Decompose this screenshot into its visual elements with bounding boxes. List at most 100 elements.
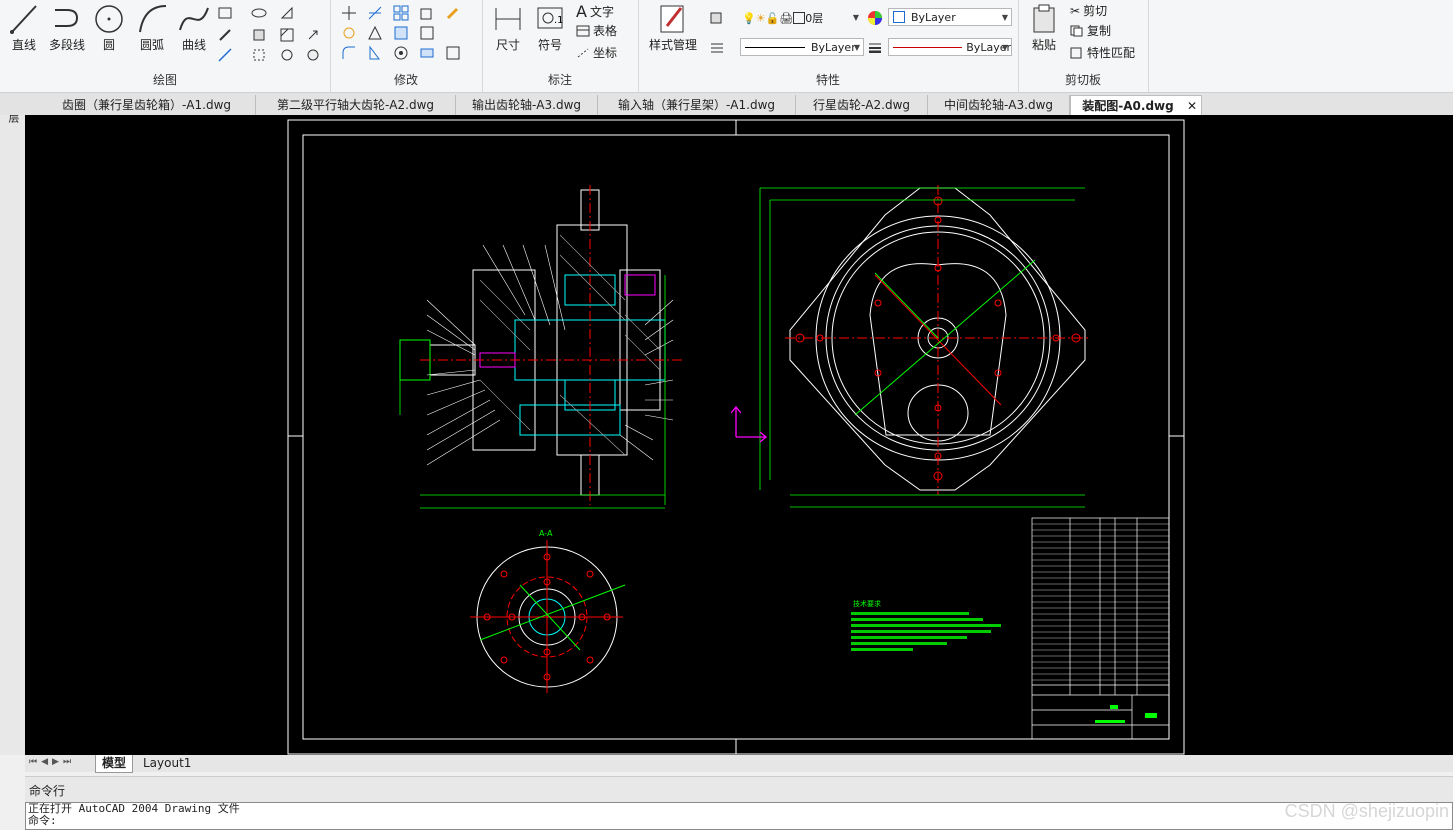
- symbol-button[interactable]: .1 符号: [532, 2, 568, 53]
- tab-assembly-label: 装配图-A0.dwg: [1082, 99, 1174, 113]
- scale-icon[interactable]: [418, 24, 436, 42]
- arc-label: 圆弧: [139, 38, 164, 52]
- list-icon[interactable]: [708, 38, 726, 56]
- cloud-icon[interactable]: [278, 46, 296, 64]
- tab-nav-arrows[interactable]: ⏮◀▶⏭: [29, 757, 75, 767]
- offset-icon[interactable]: [392, 24, 410, 42]
- lineweight-icon[interactable]: [866, 38, 884, 56]
- command-line-header: 命令行: [25, 776, 1453, 803]
- tab-output-shaft[interactable]: 输出齿轮轴-A3.dwg: [456, 95, 598, 115]
- print-icon: 🖨: [779, 11, 794, 25]
- ellipse-icon[interactable]: [250, 4, 268, 22]
- line-label: 直线: [11, 38, 36, 52]
- curve-label: 曲线: [181, 38, 206, 52]
- move-icon[interactable]: [340, 4, 358, 22]
- layer-side-panel[interactable]: 图层: [0, 93, 25, 755]
- dimension-icon: [495, 8, 521, 30]
- match-label: 特性匹配: [1087, 46, 1136, 60]
- linetype-preview: [745, 46, 805, 48]
- text-icon: A: [576, 2, 587, 21]
- curve-button[interactable]: 曲线: [174, 2, 214, 53]
- color-combo[interactable]: ByLayer ▼: [888, 8, 1012, 26]
- close-icon[interactable]: ✕: [1187, 96, 1197, 116]
- bom-marks: [1095, 705, 1157, 723]
- drawing-canvas[interactable]: A-A 技术要求: [25, 115, 1453, 755]
- tab-input-shaft[interactable]: 输入轴（兼行星架）-A1.dwg: [598, 95, 796, 115]
- properties-panel-title: 特性: [815, 73, 840, 87]
- cut-label: 剪切: [1083, 4, 1108, 18]
- sun-icon: ☀: [755, 11, 766, 25]
- table-button[interactable]: 表格: [576, 22, 617, 39]
- trim-icon[interactable]: [366, 4, 384, 22]
- style-manager-button[interactable]: 样式管理: [642, 2, 704, 53]
- layer-combo[interactable]: 💡 ☀ 🔓 🖨 0层 ▼: [738, 9, 862, 27]
- block-icon[interactable]: [250, 46, 268, 64]
- point-icon[interactable]: [278, 4, 296, 22]
- tab-assembly[interactable]: 装配图-A0.dwg ✕: [1070, 95, 1202, 115]
- command-history-line: 正在打开 AutoCAD 2004 Drawing 文件: [28, 802, 240, 815]
- style-manager-label: 样式管理: [648, 38, 697, 52]
- rotate-icon[interactable]: [340, 24, 358, 42]
- coordinate-label: 坐标: [593, 46, 618, 60]
- clipboard-panel: 粘贴 ✂ 剪切 复制 特性匹配 剪切板: [1018, 0, 1149, 92]
- linetype-combo[interactable]: ByLayer ▼: [740, 38, 864, 56]
- layer-color-swatch: [793, 12, 806, 24]
- polyline-label: 多段线: [48, 38, 85, 52]
- join-icon[interactable]: [444, 44, 462, 62]
- scissors-icon: ✂: [1070, 3, 1081, 18]
- tab-planet-gear[interactable]: 行星齿轮-A2.dwg: [796, 95, 928, 115]
- tab-ring-gear[interactable]: 齿圈（兼行星齿轮箱）-A1.dwg: [38, 95, 256, 115]
- tab-model[interactable]: 模型: [95, 755, 134, 773]
- layer-states-icon[interactable]: [708, 8, 726, 26]
- coordinate-icon: [577, 48, 589, 57]
- dimension-button[interactable]: 尺寸: [490, 2, 526, 53]
- explode-icon[interactable]: [392, 44, 410, 62]
- line-button[interactable]: 直线: [6, 2, 42, 53]
- paste-button[interactable]: 粘贴: [1026, 2, 1062, 53]
- stretch-icon[interactable]: [366, 24, 384, 42]
- cut-button[interactable]: ✂ 剪切: [1070, 2, 1107, 19]
- lineweight-preview: [893, 46, 963, 48]
- technical-notes: 技术要求: [851, 599, 1001, 651]
- arrow-icon[interactable]: [304, 26, 322, 44]
- draw-panel-title: 绘图: [152, 73, 177, 87]
- table-label: 表格: [593, 24, 618, 38]
- tab-layout1[interactable]: Layout1: [137, 755, 197, 772]
- copy-object-icon[interactable]: [418, 4, 436, 22]
- match-properties-button[interactable]: 特性匹配: [1070, 44, 1135, 61]
- erase-icon[interactable]: [444, 4, 462, 22]
- circle-icon: [95, 5, 123, 33]
- command-output[interactable]: 正在打开 AutoCAD 2004 Drawing 文件 命令:: [25, 802, 1453, 830]
- array-icon[interactable]: [392, 4, 410, 22]
- coordinate-button[interactable]: 坐标: [576, 44, 617, 61]
- ribbon: 直线 多段线 圆 圆弧 曲线 绘图 修改 尺寸 .1 符号 A 文字 表格 坐标…: [0, 0, 1453, 93]
- pen-icon[interactable]: [216, 26, 234, 44]
- fillet-icon[interactable]: [340, 44, 358, 62]
- construction-line-icon[interactable]: [216, 46, 234, 64]
- polyline-button[interactable]: 多段线: [44, 2, 90, 53]
- annotate-panel-title: 标注: [547, 73, 572, 87]
- color-wheel-icon[interactable]: [866, 9, 884, 27]
- layer-value: 0层: [805, 12, 824, 25]
- modify-panel-title: 修改: [393, 73, 418, 87]
- dimension-label: 尺寸: [495, 38, 520, 52]
- hatch-icon[interactable]: [278, 26, 296, 44]
- lineweight-combo[interactable]: ByLayer ▼: [888, 38, 1012, 56]
- svg-text:.1: .1: [554, 15, 564, 26]
- region-icon[interactable]: [250, 26, 268, 44]
- text-button[interactable]: A 文字: [576, 2, 614, 21]
- bom-rows: [1032, 523, 1169, 681]
- tab-intermediate-shaft[interactable]: 中间齿轮轴-A3.dwg: [928, 95, 1070, 115]
- drawing-svg: A-A 技术要求: [287, 119, 1185, 755]
- notes-title: 技术要求: [853, 599, 881, 608]
- break-icon[interactable]: [418, 44, 436, 62]
- side-view: [730, 185, 1091, 508]
- copy-button[interactable]: 复制: [1070, 22, 1111, 39]
- circle-button[interactable]: 圆: [90, 2, 128, 53]
- file-tabs: 齿圈（兼行星齿轮箱）-A1.dwg 第二级平行轴大齿轮-A2.dwg 输出齿轮轴…: [0, 93, 1453, 115]
- rectangle-icon[interactable]: [216, 4, 234, 22]
- arc-button[interactable]: 圆弧: [132, 2, 172, 53]
- tab-second-stage-gear[interactable]: 第二级平行轴大齿轮-A2.dwg: [256, 95, 456, 115]
- pie-icon[interactable]: [304, 46, 322, 64]
- mirror-icon[interactable]: [366, 44, 384, 62]
